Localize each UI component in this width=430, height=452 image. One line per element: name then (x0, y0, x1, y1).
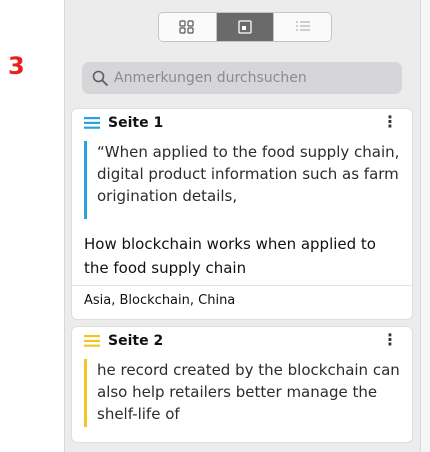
annotation-page-label: Seite 2 (108, 333, 164, 349)
panel-edge (420, 0, 430, 452)
list-view-button[interactable] (274, 13, 331, 41)
annotation-card[interactable]: Seite 2 ⋮ he record created by the block… (72, 327, 412, 442)
page-view-button[interactable] (216, 13, 275, 41)
annotations-panel: Seite 1 ⋮ “When applied to the food supp… (64, 0, 420, 452)
page-view-icon (238, 20, 252, 34)
search-icon (92, 70, 108, 86)
annotation-tags[interactable]: Asia, Blockchain, China (84, 293, 235, 308)
highlight-lines-icon (84, 117, 100, 129)
more-options-icon[interactable]: ⋮ (382, 331, 398, 349)
annotation-page-label: Seite 1 (108, 115, 164, 131)
annotation-quote: he record created by the blockchain can … (84, 359, 402, 427)
search-input[interactable] (114, 70, 394, 86)
highlight-lines-icon (84, 335, 100, 347)
view-switcher (158, 12, 332, 42)
annotation-note[interactable]: How blockchain works when applied to the… (84, 232, 400, 280)
divider (72, 285, 412, 286)
step-number: 3 (8, 52, 25, 80)
grid-view-button[interactable] (159, 13, 217, 41)
annotation-quote: “When applied to the food supply chain, … (84, 141, 402, 219)
annotation-card[interactable]: Seite 1 ⋮ “When applied to the food supp… (72, 109, 412, 319)
more-options-icon[interactable]: ⋮ (382, 113, 398, 131)
annotation-header: Seite 1 ⋮ (72, 109, 412, 137)
grid-view-icon (179, 20, 194, 34)
list-view-icon (295, 21, 310, 31)
annotation-header: Seite 2 ⋮ (72, 327, 412, 355)
search-field[interactable] (82, 62, 402, 94)
